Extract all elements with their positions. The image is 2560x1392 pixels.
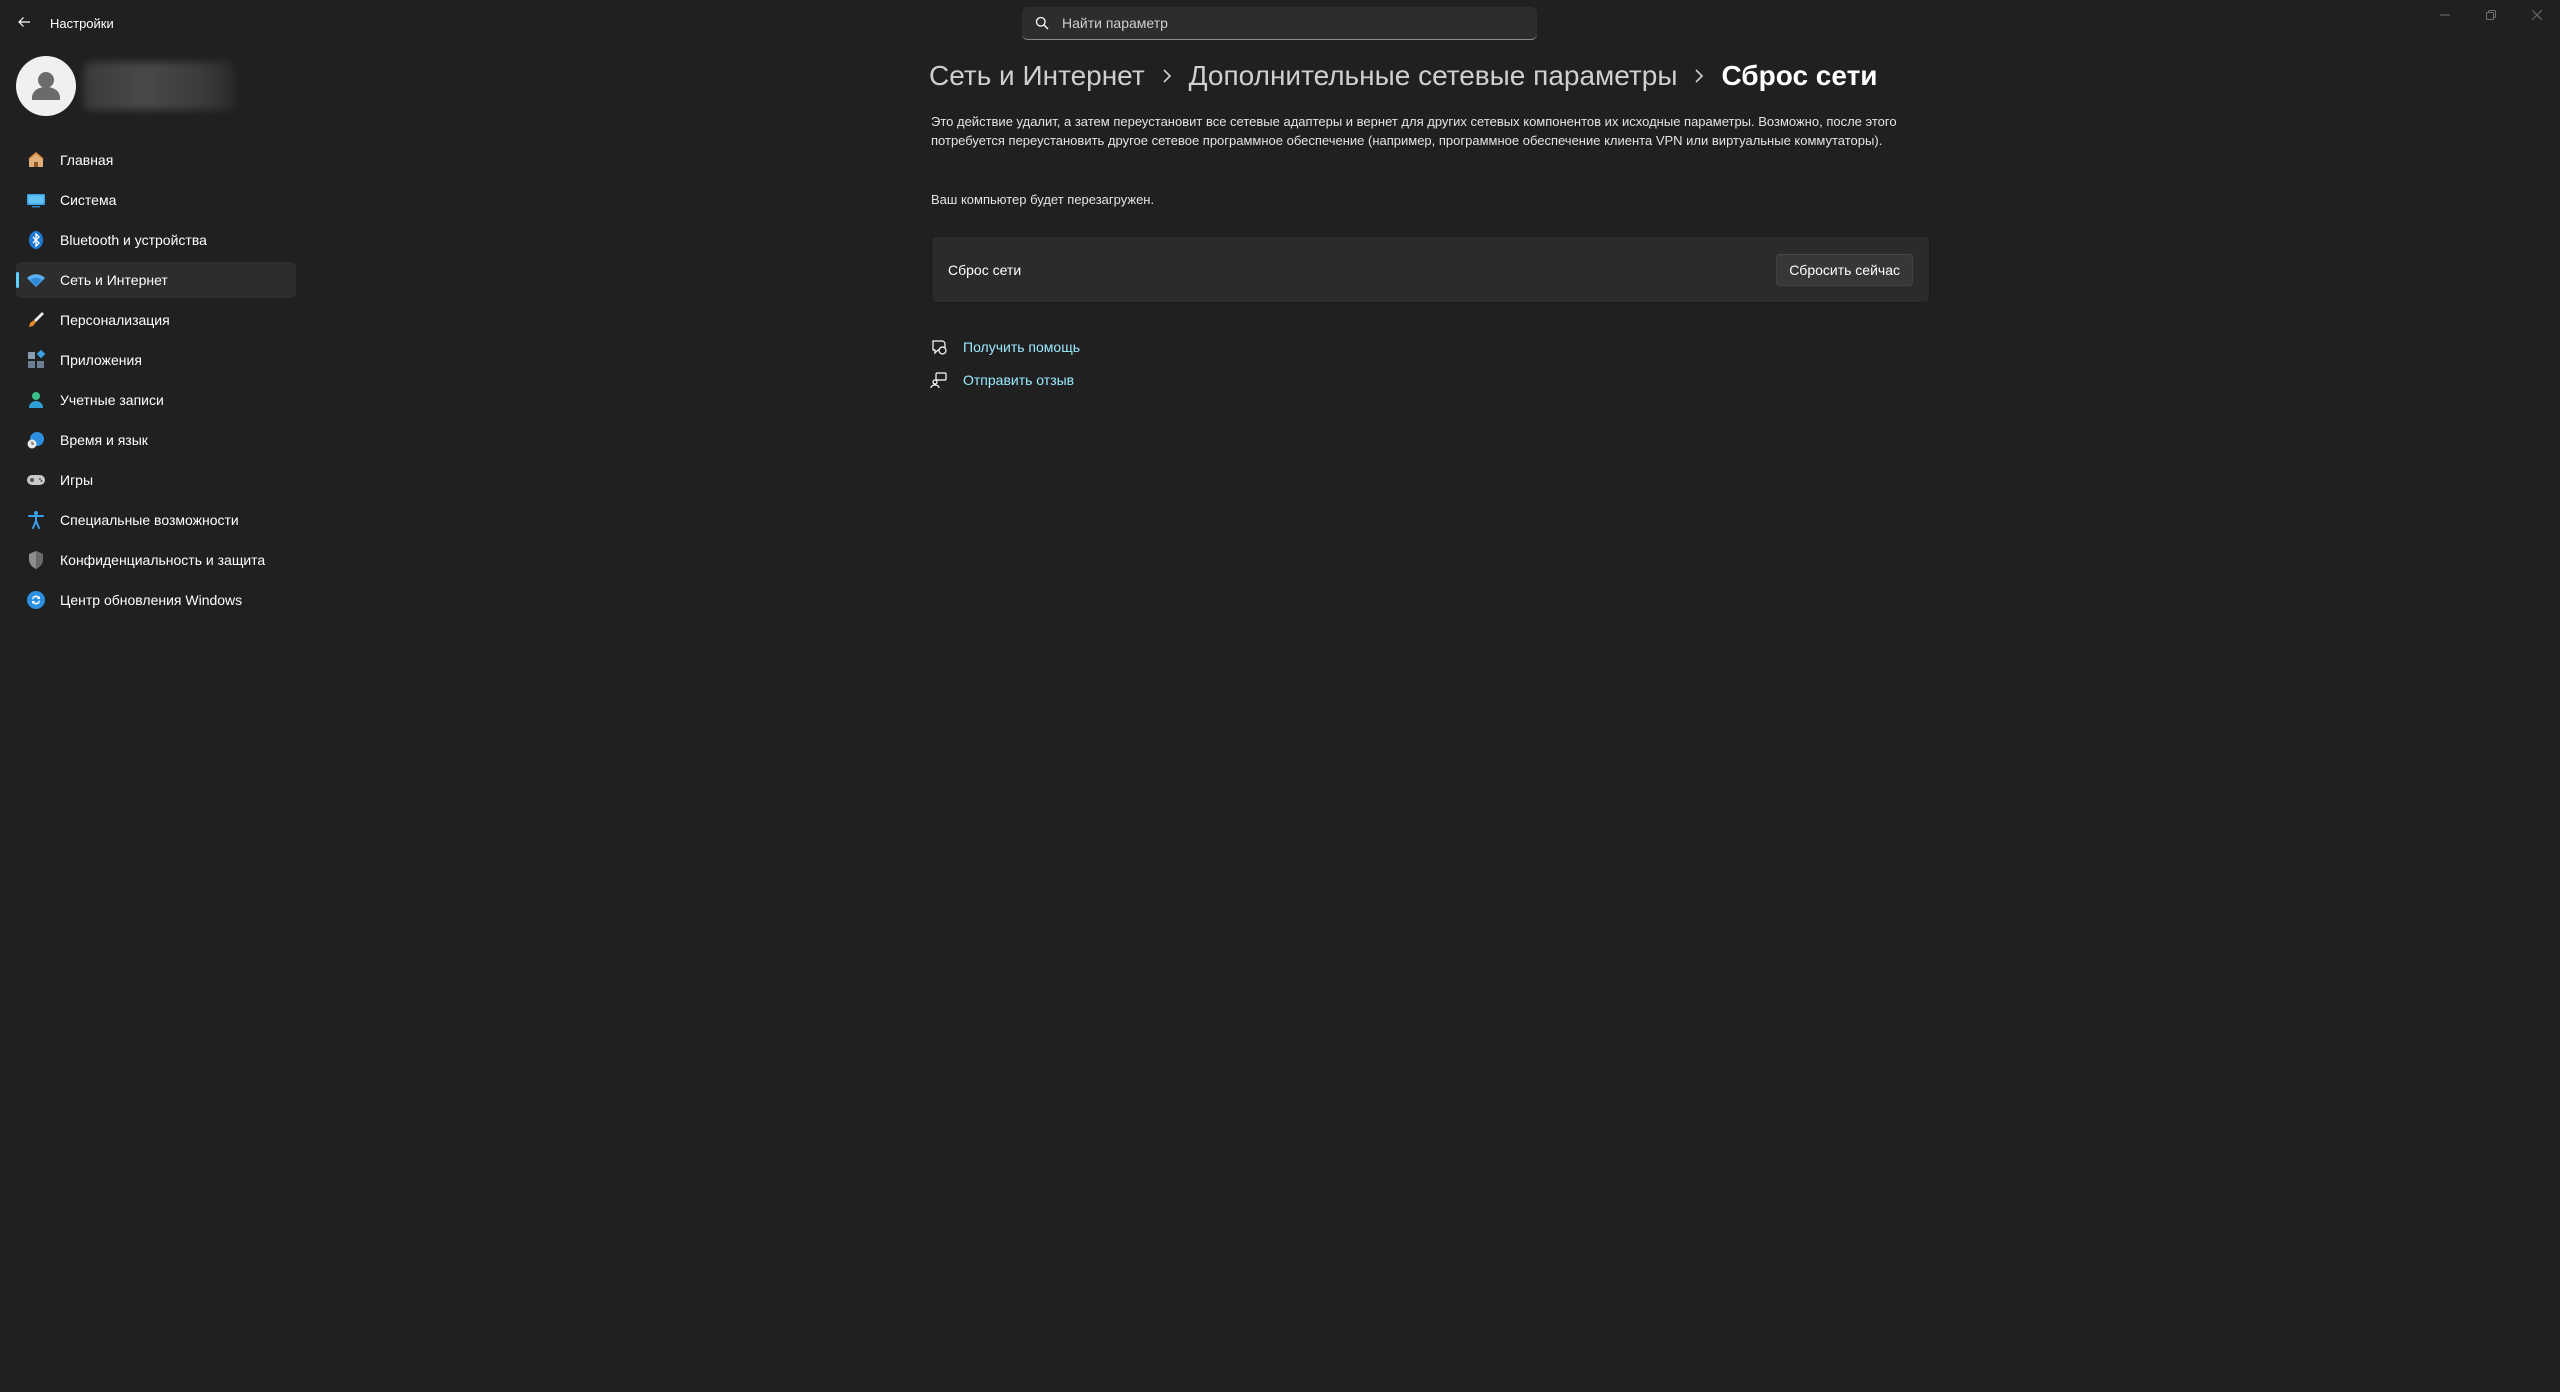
user-avatar-icon (32, 72, 60, 100)
send-feedback-row[interactable]: Отправить отзыв (929, 369, 1080, 391)
sidebar-item-bluetooth[interactable]: Bluetooth и устройства (16, 222, 296, 258)
network-icon (26, 270, 46, 290)
breadcrumb: Сеть и Интернет Дополнительные сетевые п… (929, 56, 1878, 96)
feedback-icon (929, 370, 949, 390)
bluetooth-icon (26, 230, 46, 250)
restore-icon (2486, 7, 2496, 25)
sidebar-item-accessibility[interactable]: Специальные возможности (16, 502, 296, 538)
help-links: Получить помощь Отправить отзыв (929, 336, 1080, 402)
chevron-right-icon (1153, 56, 1181, 96)
restore-button[interactable] (2468, 0, 2514, 32)
apps-icon (26, 350, 46, 370)
send-feedback-link[interactable]: Отправить отзыв (963, 372, 1074, 388)
sidebar-item-apps[interactable]: Приложения (16, 342, 296, 378)
reset-now-button[interactable]: Сбросить сейчас (1776, 253, 1913, 286)
gaming-icon (26, 470, 46, 490)
home-icon (26, 150, 46, 170)
accessibility-icon (26, 510, 46, 530)
sidebar-item-windows-update[interactable]: Центр обновления Windows (16, 582, 296, 618)
app-title: Настройки (50, 16, 114, 31)
avatar (16, 56, 76, 116)
breadcrumb-network[interactable]: Сеть и Интернет (929, 60, 1145, 92)
time-language-icon (26, 430, 46, 450)
profile-name-redacted (84, 62, 234, 110)
settings-window: Настройки Найти параметр Главная Система… (0, 0, 2560, 1392)
arrow-left-icon (17, 15, 31, 34)
page-title: Сброс сети (1721, 60, 1878, 91)
update-icon (26, 590, 46, 610)
network-reset-card: Сброс сети Сбросить сейчас (931, 236, 1930, 303)
get-help-row[interactable]: Получить помощь (929, 336, 1080, 358)
sidebar-item-system[interactable]: Система (16, 182, 296, 218)
sidebar-item-time-language[interactable]: Время и язык (16, 422, 296, 458)
brush-icon (26, 310, 46, 330)
reset-description: Это действие удалит, а затем переустанов… (931, 114, 1897, 148)
accounts-icon (26, 390, 46, 410)
close-icon (2531, 7, 2543, 25)
sidebar-nav: Главная Система Bluetooth и устройства С… (16, 142, 296, 622)
search-input[interactable] (1062, 15, 1537, 31)
title-bar: Настройки (0, 0, 2560, 48)
network-reset-label: Сброс сети (948, 261, 1022, 278)
sidebar-item-privacy[interactable]: Конфиденциальность и защита (16, 542, 296, 578)
breadcrumb-advanced-network[interactable]: Дополнительные сетевые параметры (1189, 60, 1678, 92)
sidebar-item-personalization[interactable]: Персонализация (16, 302, 296, 338)
search-box[interactable] (1022, 7, 1537, 40)
sidebar-item-gaming[interactable]: Игры (16, 462, 296, 498)
help-icon (929, 337, 949, 357)
chevron-right-icon (1685, 56, 1713, 96)
sidebar-item-accounts[interactable]: Учетные записи (16, 382, 296, 418)
get-help-link[interactable]: Получить помощь (963, 339, 1080, 355)
minimize-icon (2440, 7, 2450, 25)
window-controls (2422, 0, 2560, 32)
search-icon (1034, 15, 1050, 31)
sidebar-item-network[interactable]: Сеть и Интернет (16, 262, 296, 298)
back-button[interactable] (8, 8, 40, 40)
minimize-button[interactable] (2422, 0, 2468, 32)
system-icon (26, 190, 46, 210)
shield-icon (26, 550, 46, 570)
close-button[interactable] (2514, 0, 2560, 32)
sidebar-item-home[interactable]: Главная (16, 142, 296, 178)
reboot-note: Ваш компьютер будет перезагружен. (931, 192, 1155, 207)
user-profile[interactable] (16, 56, 296, 116)
